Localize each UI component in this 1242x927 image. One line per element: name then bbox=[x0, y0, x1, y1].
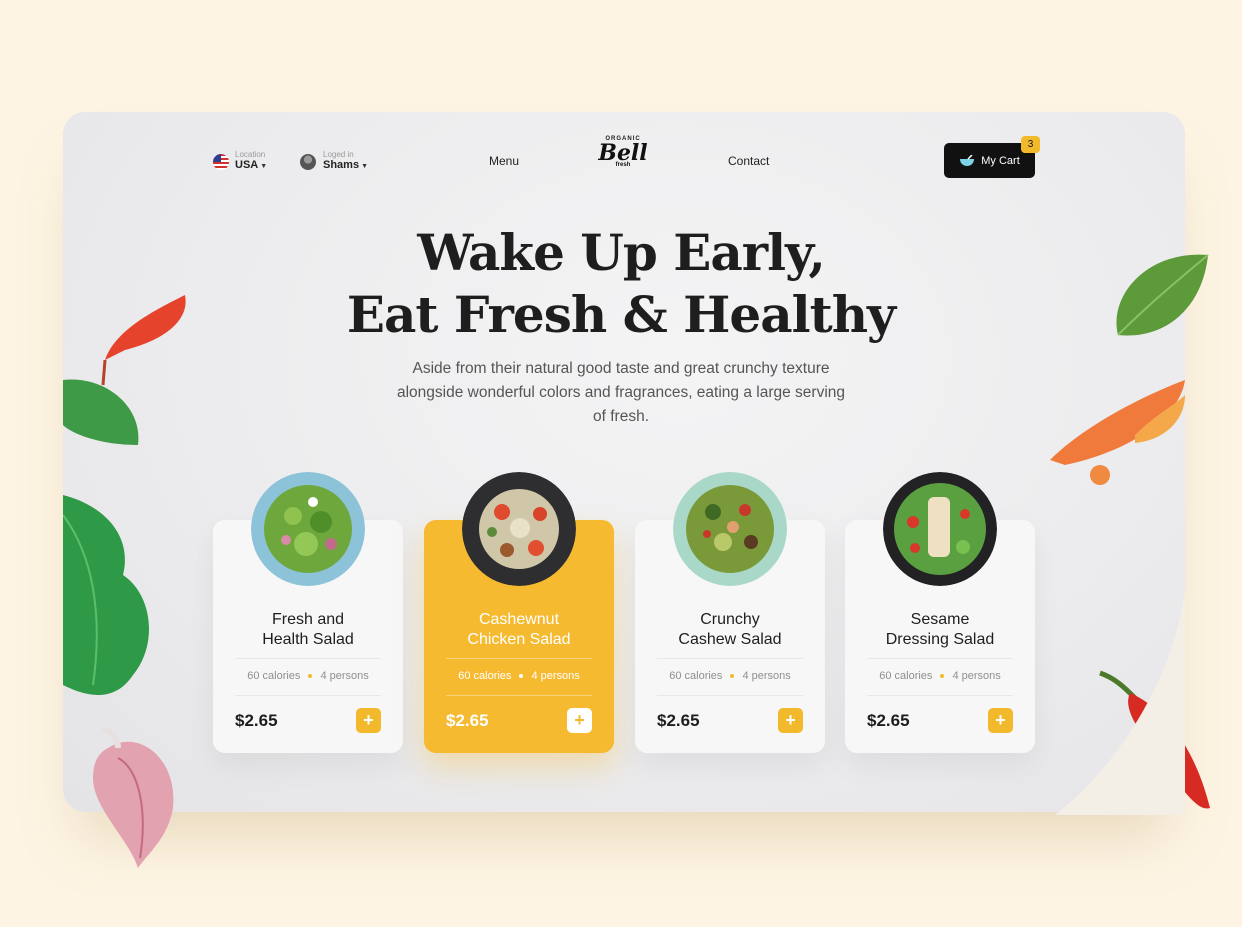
card-persons: 4 persons bbox=[742, 670, 791, 682]
add-to-cart-button[interactable]: + bbox=[567, 708, 592, 733]
chevron-down-icon: ▼ bbox=[260, 163, 268, 170]
hero-title-line2: Eat Fresh & Healthy bbox=[346, 285, 896, 344]
add-to-cart-button[interactable]: + bbox=[356, 708, 381, 733]
user-name: Shams bbox=[323, 159, 360, 171]
dot-separator bbox=[940, 674, 945, 679]
card-divider bbox=[446, 695, 592, 696]
logo-main-text: Bell bbox=[598, 140, 648, 166]
card-meta: 60 calories 4 persons bbox=[635, 670, 825, 682]
card-divider bbox=[446, 658, 592, 659]
card-title: Cashewnut Chicken Salad bbox=[467, 611, 571, 648]
add-to-cart-button[interactable]: + bbox=[778, 708, 803, 733]
card-price: $2.65 bbox=[235, 711, 278, 730]
bowl-icon bbox=[960, 154, 975, 166]
garlic-decoration bbox=[93, 728, 174, 868]
chevron-down-icon: ▼ bbox=[361, 163, 369, 170]
salad-bowl-image bbox=[673, 472, 787, 586]
cart-count-badge: 3 bbox=[1021, 136, 1040, 153]
product-card[interactable]: Sesame Dressing Salad 60 calories 4 perso… bbox=[845, 472, 1035, 753]
card-divider bbox=[235, 695, 381, 696]
dot-separator bbox=[308, 674, 313, 679]
hero-title-line1: Wake Up Early, bbox=[417, 223, 826, 282]
product-card[interactable]: Fresh and Health Salad 60 calories 4 pers… bbox=[213, 472, 403, 753]
tortilla-decoration bbox=[1055, 590, 1185, 815]
card-meta: 60 calories 4 persons bbox=[424, 670, 614, 682]
product-card[interactable]: Cashewnut Chicken Salad 60 calories 4 per… bbox=[424, 472, 614, 753]
add-to-cart-button[interactable]: + bbox=[988, 708, 1013, 733]
location-value: USA bbox=[235, 159, 259, 171]
card-divider bbox=[235, 658, 381, 659]
location-selector[interactable]: Location USA ▼ bbox=[213, 150, 267, 173]
hero-subtitle: Aside from their natural good taste and … bbox=[396, 360, 846, 425]
card-title: Sesame Dressing Salad bbox=[885, 611, 995, 648]
logo[interactable]: ORGANIC Bell fresh bbox=[585, 136, 661, 180]
card-persons: 4 persons bbox=[531, 670, 580, 682]
login-label: Loged in bbox=[323, 150, 354, 159]
card-price: $2.65 bbox=[446, 711, 489, 730]
card-divider bbox=[867, 658, 1013, 659]
user-menu[interactable]: Loged in Shams ▼ bbox=[300, 150, 368, 173]
salad-bowl-image bbox=[462, 472, 576, 586]
salad-bowl-image bbox=[883, 472, 997, 586]
card-title: Fresh and Health Salad bbox=[262, 611, 354, 648]
card-persons: 4 persons bbox=[320, 670, 369, 682]
us-flag-icon bbox=[213, 153, 229, 170]
card-calories: 60 calories bbox=[247, 670, 301, 682]
card-price: $2.65 bbox=[867, 711, 910, 730]
location-label: Location bbox=[235, 150, 266, 159]
basil-leaf-right-decoration bbox=[1116, 254, 1209, 336]
card-divider bbox=[657, 695, 803, 696]
orange-petal-decoration bbox=[1050, 380, 1185, 485]
card-title: Crunchy Cashew Salad bbox=[678, 611, 782, 648]
dot-separator bbox=[519, 674, 524, 679]
salad-bowl-image bbox=[251, 472, 365, 586]
basil-leaf-left-decoration bbox=[63, 379, 139, 445]
logo-sub-text: fresh bbox=[615, 162, 631, 168]
nav-contact-link[interactable]: Contact bbox=[728, 154, 769, 168]
card-meta: 60 calories 4 persons bbox=[845, 670, 1035, 682]
card-divider bbox=[867, 695, 1013, 696]
card-calories: 60 calories bbox=[458, 670, 512, 682]
lettuce-leaf-decoration bbox=[63, 495, 150, 695]
card-persons: 4 persons bbox=[952, 670, 1001, 682]
cart-label: My Cart bbox=[981, 154, 1020, 167]
card-price: $2.65 bbox=[657, 711, 700, 730]
product-card[interactable]: Crunchy Cashew Salad 60 calories 4 person… bbox=[635, 472, 825, 753]
nav-menu-link[interactable]: Menu bbox=[489, 154, 519, 168]
card-divider bbox=[657, 658, 803, 659]
avatar bbox=[300, 153, 316, 170]
hero-title: Wake Up Early, Eat Fresh & Healthy bbox=[321, 222, 921, 346]
card-calories: 60 calories bbox=[669, 670, 723, 682]
card-meta: 60 calories 4 persons bbox=[213, 670, 403, 682]
dot-separator bbox=[730, 674, 735, 679]
card-calories: 60 calories bbox=[879, 670, 933, 682]
